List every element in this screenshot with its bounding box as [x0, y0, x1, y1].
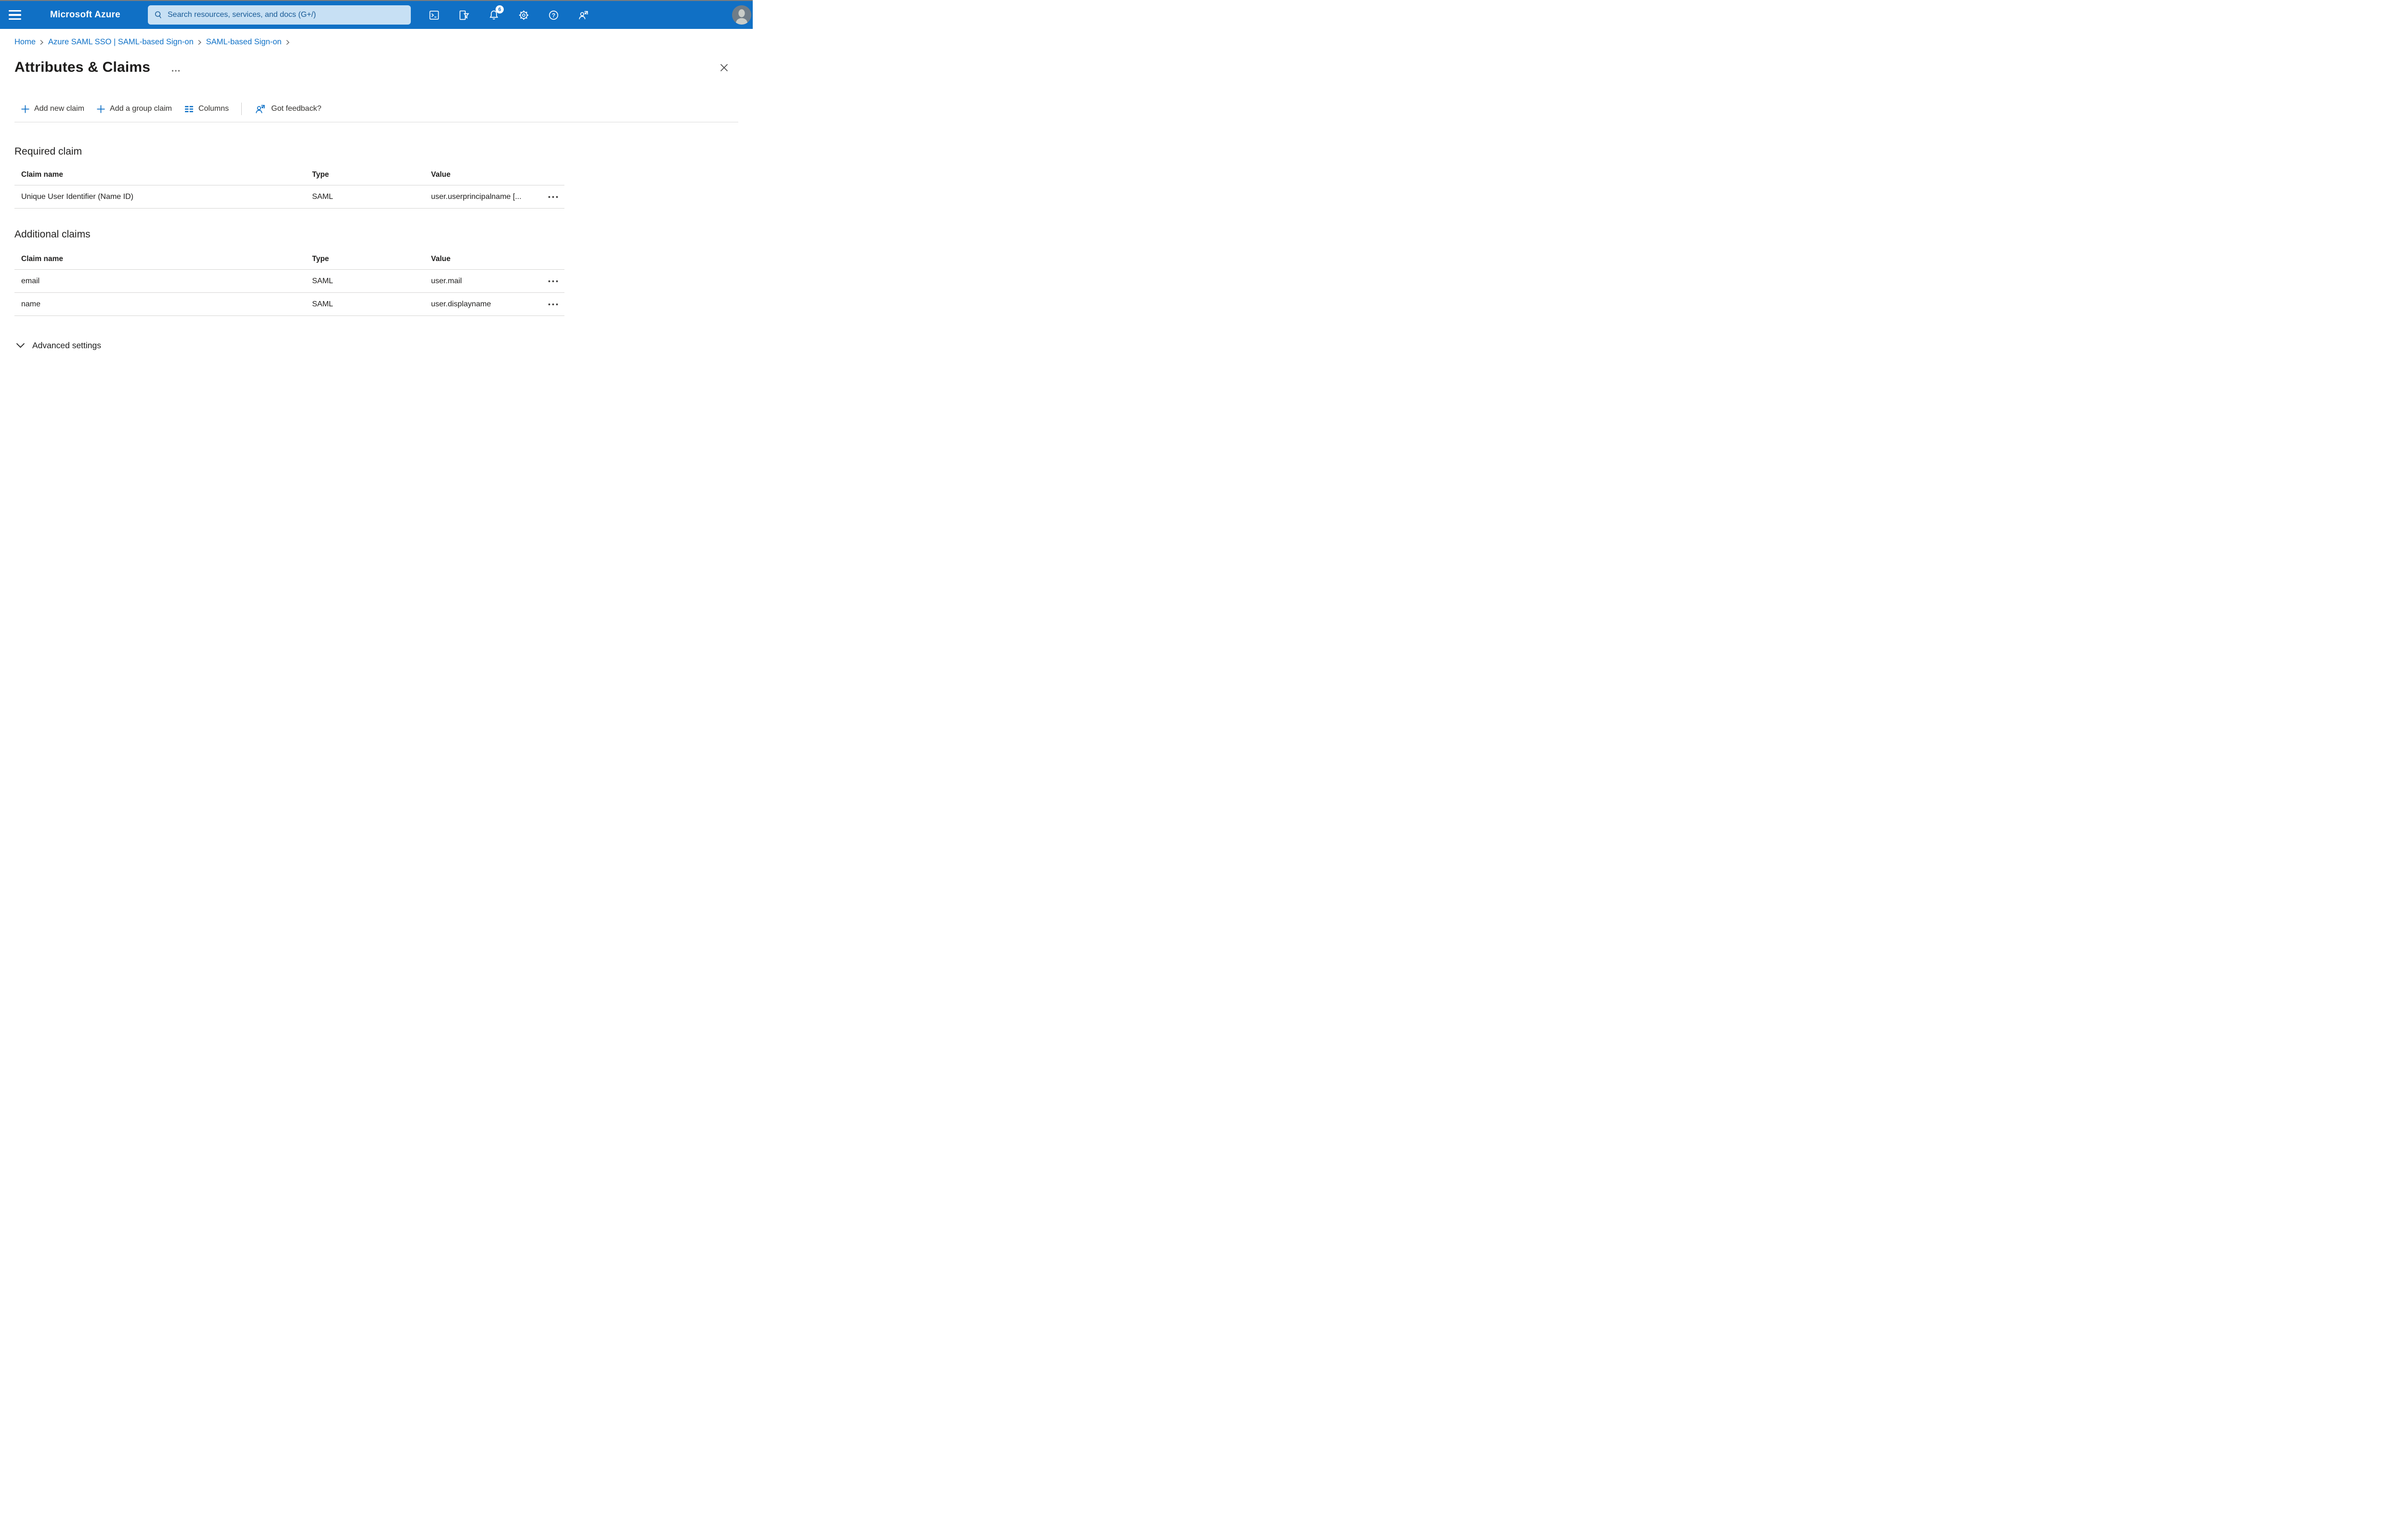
claim-type-cell: SAML — [312, 276, 333, 285]
page-header: Attributes & Claims — [14, 57, 738, 78]
plus-icon — [21, 105, 29, 113]
gear-icon — [519, 10, 528, 20]
person-feedback-icon — [578, 11, 588, 19]
table-row: email SAML user.mail — [14, 270, 564, 293]
table-row: Unique User Identifier (Name ID) SAML us… — [14, 185, 564, 209]
notifications-button[interactable]: 6 — [487, 5, 504, 21]
chevron-right-icon — [40, 39, 44, 45]
claim-value-cell: user.displayname — [431, 300, 491, 308]
directory-filter-button[interactable] — [458, 9, 470, 21]
ellipsis-icon — [172, 70, 180, 72]
claim-value-cell: user.mail — [431, 276, 462, 285]
claim-type-cell: SAML — [312, 300, 333, 308]
required-claim-heading: Required claim — [14, 146, 82, 157]
directory-filter-icon — [459, 10, 469, 20]
claim-value-cell: user.userprincipalname [... — [431, 192, 522, 201]
table-header-row: Claim name Type Value — [14, 249, 564, 270]
account-avatar[interactable] — [732, 5, 751, 25]
advanced-settings-label: Advanced settings — [32, 340, 102, 350]
chevron-down-icon — [16, 343, 25, 348]
chevron-right-icon — [198, 39, 202, 45]
azure-topbar: Microsoft Azure 6 — [0, 1, 753, 29]
required-claim-table: Claim name Type Value Unique User Identi… — [14, 164, 564, 209]
ellipsis-icon — [548, 303, 558, 305]
claim-name-cell: email — [21, 276, 40, 285]
claim-name-cell: Unique User Identifier (Name ID) — [21, 192, 133, 201]
column-value: Value — [431, 254, 451, 263]
columns-label: Columns — [198, 105, 229, 113]
column-type: Type — [312, 170, 329, 179]
column-claim-name: Claim name — [21, 254, 64, 263]
help-icon: ? — [549, 10, 558, 20]
table-header-row: Claim name Type Value — [14, 164, 564, 185]
ellipsis-icon — [548, 280, 558, 282]
column-claim-name: Claim name — [21, 170, 64, 179]
cloud-shell-button[interactable] — [428, 9, 440, 21]
close-button[interactable] — [717, 61, 731, 74]
command-bar: Add new claim Add a group claim Columns — [14, 99, 738, 118]
page-content: Home Azure SAML SSO | SAML-based Sign-on… — [0, 37, 753, 353]
add-group-claim-label: Add a group claim — [110, 105, 172, 113]
additional-claims-table: Claim name Type Value email SAML user.ma… — [14, 249, 564, 316]
help-button[interactable]: ? — [547, 9, 560, 21]
search-input[interactable] — [168, 11, 405, 19]
got-feedback-button[interactable]: Got feedback? — [254, 103, 321, 115]
topbar-icon-group: 6 ? — [428, 1, 589, 29]
svg-text:?: ? — [551, 12, 555, 18]
additional-claims-heading: Additional claims — [14, 229, 91, 240]
advanced-settings-toggle[interactable]: Advanced settings — [14, 338, 738, 353]
chevron-right-icon — [286, 39, 290, 45]
avatar-person-icon — [735, 9, 748, 25]
terminal-icon — [429, 10, 439, 20]
hamburger-menu-button[interactable] — [9, 8, 26, 22]
global-search[interactable] — [148, 5, 411, 25]
notification-badge: 6 — [496, 5, 504, 13]
more-options-button[interactable] — [171, 66, 180, 75]
row-more-options-button[interactable] — [547, 299, 559, 310]
settings-button[interactable] — [517, 9, 530, 21]
breadcrumb: Home Azure SAML SSO | SAML-based Sign-on… — [14, 37, 738, 47]
add-new-claim-button[interactable]: Add new claim — [21, 105, 84, 113]
person-feedback-icon — [256, 105, 265, 113]
columns-button[interactable]: Columns — [184, 105, 229, 113]
row-more-options-button[interactable] — [547, 192, 559, 202]
close-icon — [720, 64, 728, 71]
got-feedback-label: Got feedback? — [271, 105, 322, 113]
column-value: Value — [431, 170, 451, 179]
breadcrumb-home-link[interactable]: Home — [14, 37, 36, 47]
feedback-button[interactable] — [577, 9, 589, 21]
breadcrumb-app-link[interactable]: Azure SAML SSO | SAML-based Sign-on — [48, 37, 194, 47]
columns-icon — [185, 105, 194, 112]
search-icon — [155, 11, 161, 18]
claim-name-cell: name — [21, 300, 41, 308]
claim-type-cell: SAML — [312, 192, 333, 201]
table-row: name SAML user.displayname — [14, 293, 564, 316]
row-more-options-button[interactable] — [547, 276, 559, 287]
ellipsis-icon — [548, 196, 558, 198]
brand-title: Microsoft Azure — [50, 10, 120, 20]
breadcrumb-signon-link[interactable]: SAML-based Sign-on — [206, 37, 282, 47]
plus-icon — [97, 105, 105, 113]
page-title: Attributes & Claims — [14, 59, 151, 75]
add-group-claim-button[interactable]: Add a group claim — [97, 105, 172, 113]
column-type: Type — [312, 254, 329, 263]
add-new-claim-label: Add new claim — [34, 105, 85, 113]
toolbar-separator — [241, 103, 242, 115]
